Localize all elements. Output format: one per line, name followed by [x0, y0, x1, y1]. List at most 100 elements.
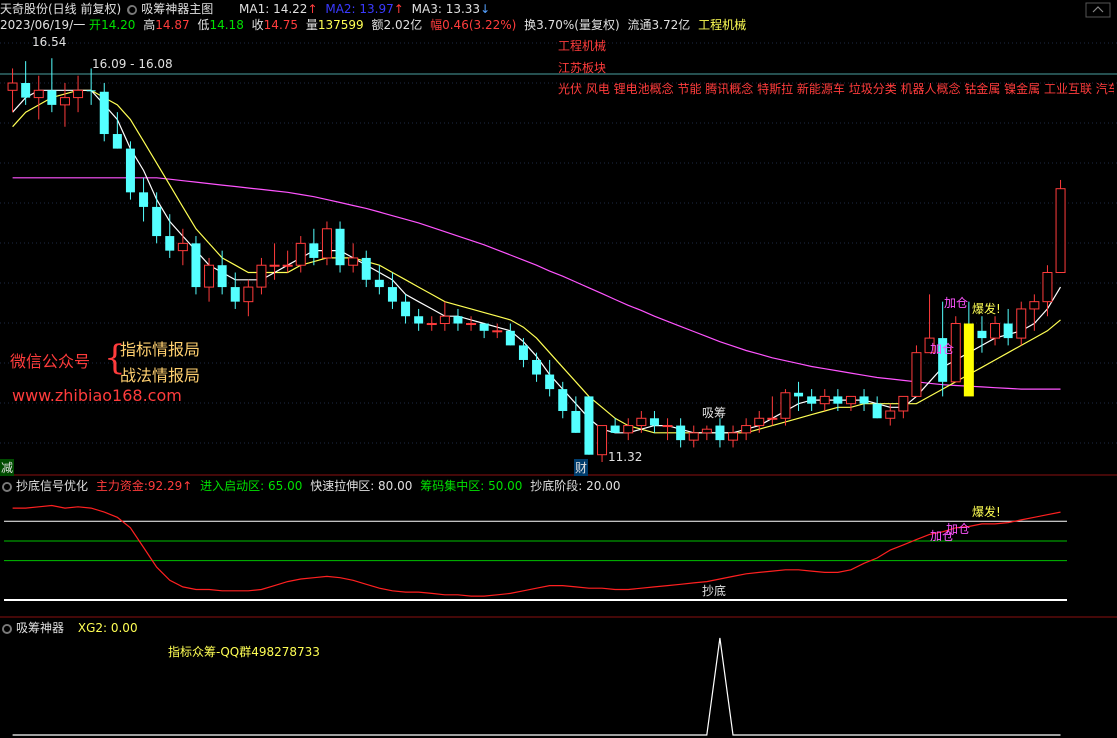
open-value: 14.20 — [101, 18, 136, 32]
cai-badge[interactable]: 财 — [574, 459, 589, 476]
candle-body — [741, 425, 752, 434]
low-label: 低 — [197, 18, 210, 32]
candle-body — [728, 432, 739, 441]
ma2-readout: MA2: 13.97 — [325, 2, 394, 16]
open-label: 开 — [89, 18, 102, 32]
candle-body — [177, 242, 188, 252]
baofa-label: 爆发! — [972, 302, 1001, 316]
zhuli-label: 主力资金: — [95, 479, 148, 493]
xichou-panel-name[interactable]: 吸筹神器 — [16, 621, 64, 635]
candle-body — [845, 395, 856, 405]
candle-body — [558, 389, 568, 411]
candle-body — [859, 396, 869, 404]
tag-industry[interactable]: 工程机械 — [558, 37, 606, 54]
candle-body — [872, 403, 882, 419]
candle-body — [335, 228, 345, 266]
xichou-panel-header: ● 吸筹神器 XG2: 0.00 — [0, 619, 142, 637]
tag-region[interactable]: 江苏板块 — [558, 59, 606, 76]
quote-date: 2023/06/19/一 — [0, 18, 86, 32]
signal-panel-header: ● 抄底信号优化 主力资金:92.29↑ 进入启动区: 65.00 快速拉伸区: … — [0, 477, 625, 495]
candle-body — [479, 323, 489, 331]
candle-body — [532, 359, 542, 375]
settings-circle-icon[interactable]: ● — [2, 481, 12, 492]
stock-name[interactable]: 天奇股份(日线 前复权) — [0, 2, 121, 16]
candle-body — [701, 428, 712, 434]
candle-body — [518, 345, 528, 360]
window-controls[interactable] — [1085, 2, 1111, 18]
low-value: 14.18 — [209, 18, 244, 32]
ma1-arrow-icon: ↑ — [307, 2, 318, 16]
candle-body — [152, 206, 162, 237]
candle-body — [636, 417, 647, 427]
xg2-readout: XG2: 0.00 — [77, 621, 138, 635]
promo-wechat: 微信公众号 — [10, 352, 91, 371]
volume-value: 137599 — [317, 18, 364, 32]
turnover-value: 3.70%(量复权) — [536, 18, 620, 32]
ma3-arrow-icon: ↓ — [480, 2, 491, 16]
float-label: 流通 — [627, 18, 652, 32]
candle-body — [610, 425, 620, 433]
candle-body — [597, 425, 608, 456]
indicator-name[interactable]: 吸筹神器主图 — [141, 2, 213, 16]
amount-value: 2.02亿 — [383, 18, 423, 32]
jian-badge[interactable]: 减 — [0, 459, 15, 476]
ma3-readout: MA3: 13.33 — [411, 2, 481, 16]
promo-item2: 战法情报局 — [120, 366, 201, 385]
candle-body — [295, 242, 306, 266]
candle-body — [505, 330, 515, 346]
candle-body — [139, 192, 149, 207]
candle-body — [165, 236, 175, 251]
candle-body — [243, 286, 254, 303]
candle-body — [204, 264, 215, 288]
qq-note: 指标众筹-QQ群498278733 — [168, 645, 320, 659]
candle-body — [662, 425, 673, 428]
promo-url[interactable]: www.zhibiao168.com — [12, 386, 182, 405]
candle-body — [361, 257, 371, 280]
candle-body — [374, 279, 384, 288]
candle-body — [688, 432, 699, 441]
signal-panel-name[interactable]: 抄底信号优化 — [16, 479, 88, 493]
candle-body — [387, 287, 397, 302]
candle-body — [33, 89, 44, 99]
close-value: 14.75 — [263, 18, 299, 32]
candle-body — [833, 396, 843, 404]
settings-circle-icon[interactable]: ● — [2, 623, 12, 634]
amount-label: 额 — [371, 18, 384, 32]
candle-body — [282, 264, 293, 267]
chart-window: 天奇股份(日线 前复权) ● 吸筹神器主图 MA1: 14.22↑ MA2: 13.… — [0, 0, 1117, 738]
change-value: 0.46(3.22%) — [442, 18, 517, 32]
price-low-label: 11.32 — [608, 450, 643, 464]
candle-body — [649, 418, 659, 426]
candle-body — [86, 90, 96, 92]
tag-concepts[interactable]: 光伏 风电 锂电池概念 节能 腾讯概念 特斯拉 新能源车 垃圾分类 机器人概念 … — [558, 80, 1114, 97]
candle-body — [112, 134, 122, 149]
settings-circle-icon[interactable]: ● — [127, 4, 138, 15]
candle-body — [73, 89, 84, 99]
candle-body — [1003, 323, 1013, 339]
close-label: 收 — [251, 18, 264, 32]
candle-body — [977, 330, 987, 339]
candle-body — [898, 395, 909, 412]
candle-body — [990, 323, 1001, 339]
candle-body — [466, 323, 477, 326]
candle-body — [321, 228, 332, 259]
range-label: 16.09 - 16.08 — [92, 57, 173, 71]
candle-body — [453, 316, 463, 324]
candle-body — [256, 264, 267, 288]
candle-body — [819, 395, 830, 405]
candle-body — [99, 91, 109, 135]
collapse-icon[interactable] — [1085, 2, 1111, 18]
candle-body — [230, 287, 240, 302]
candle-body — [439, 315, 450, 325]
xichou-label: 吸筹 — [702, 406, 727, 420]
candle-body — [571, 410, 581, 433]
candle-body — [269, 264, 280, 267]
candle-body — [754, 417, 765, 427]
change-label: 幅 — [430, 18, 443, 32]
candle-body — [348, 257, 359, 266]
candle-body — [414, 316, 424, 324]
signal-line — [12, 504, 1061, 597]
price-high-label: 16.54 — [32, 35, 67, 49]
ma2-arrow-icon: ↑ — [393, 2, 404, 16]
promo-item1: 指标情报局 — [120, 340, 201, 359]
